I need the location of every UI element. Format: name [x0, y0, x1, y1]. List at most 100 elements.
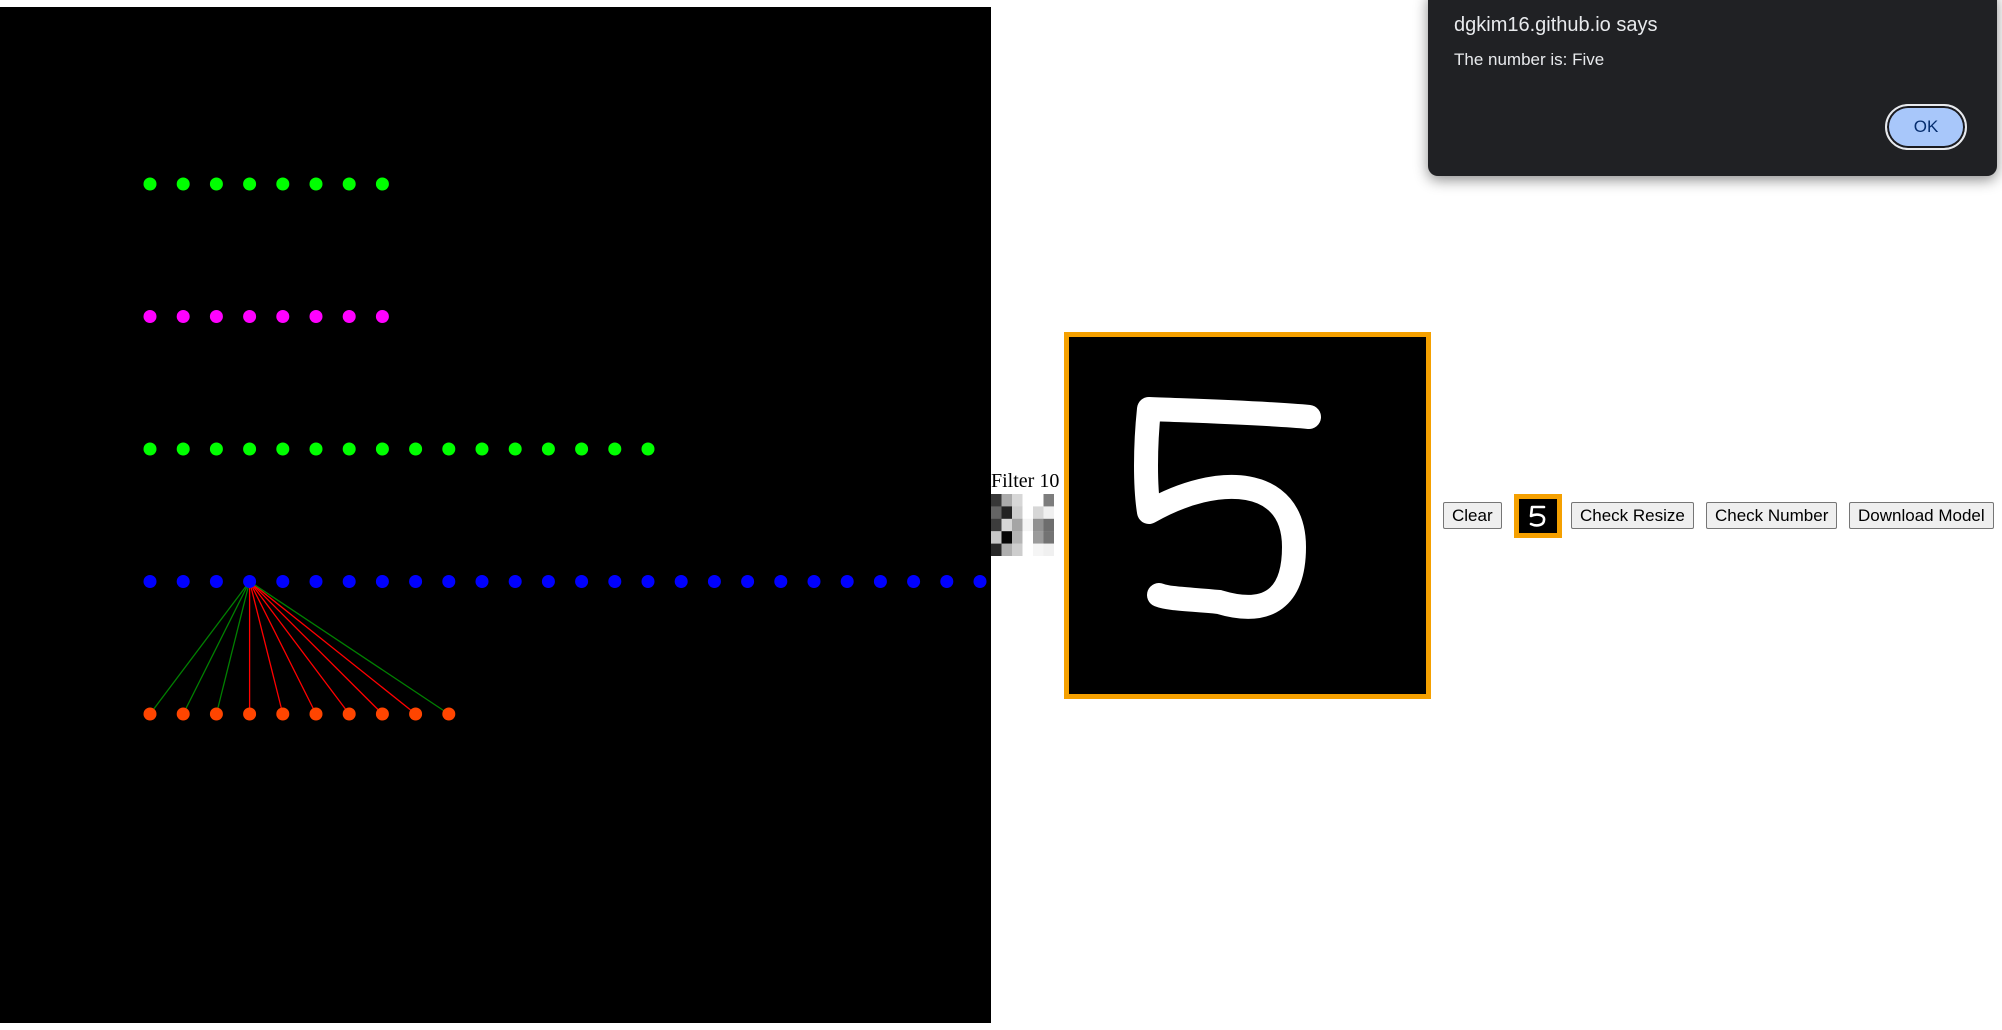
dialog-title: dgkim16.github.io says [1454, 14, 1658, 36]
check-number-button[interactable]: Check Number [1706, 502, 1838, 529]
filter-cell [1022, 506, 1034, 519]
filter-cell [1043, 518, 1054, 532]
layer-4-node [774, 575, 788, 588]
layer-4-node [907, 575, 921, 588]
filter-cell [1012, 518, 1023, 532]
layer-4-node [741, 575, 755, 588]
layer-2-node [176, 310, 190, 323]
connection-line [182, 581, 251, 715]
layer-3-node [541, 442, 555, 456]
filter-cell [1043, 543, 1054, 556]
layer-4-node [243, 575, 257, 588]
filter-cell [1012, 531, 1023, 544]
network-graph [143, 177, 987, 721]
output-node [409, 707, 423, 721]
filter-cell [991, 494, 1002, 507]
layer-3-node [475, 442, 489, 456]
drawn-digit-five [1134, 397, 1321, 619]
dialog-message: The number is: Five [1454, 50, 1605, 69]
filter-visualization [991, 494, 1054, 556]
layer-4-node [973, 575, 987, 588]
alert-dialog: dgkim16.github.io says The number is: Fi… [1428, 0, 1997, 176]
download-model-button[interactable]: Download Model [1849, 502, 1994, 529]
filter-cell [1022, 543, 1034, 556]
layer-2-node [276, 310, 290, 323]
output-node [209, 707, 223, 721]
layer-4-node [508, 575, 522, 588]
layer-3-node [143, 442, 157, 456]
filter-cell [991, 506, 1002, 519]
layer-2-node [375, 310, 389, 323]
layer-3-node [243, 442, 257, 456]
filter-cell [1001, 494, 1013, 507]
filter-cell [1001, 543, 1013, 556]
layer-4-node [409, 575, 423, 588]
filter-cell [1001, 506, 1013, 519]
layer-4-node [309, 575, 323, 588]
filter-cell [1001, 531, 1013, 544]
layer-2-node [143, 310, 157, 323]
filter-cell [1012, 543, 1023, 556]
layer-1-node [243, 177, 257, 191]
dialog-ok-button[interactable]: OK [1885, 104, 1967, 150]
output-node [309, 707, 323, 721]
layer-3-node [608, 442, 622, 456]
layer-4-node [873, 575, 887, 588]
filter-cell [1033, 543, 1044, 556]
layer-1-node [342, 177, 356, 191]
layer-3-node [641, 442, 655, 456]
layer-1-node [209, 177, 223, 191]
filter-cell [1022, 531, 1034, 544]
filter-label: Filter 10 [991, 470, 1060, 492]
output-node [143, 707, 157, 721]
filter-cell [1033, 518, 1044, 532]
filter-cell [1033, 494, 1044, 507]
output-node [342, 707, 356, 721]
connection-line [249, 580, 417, 715]
connection-line [249, 580, 450, 715]
drawing-canvas[interactable] [1064, 332, 1431, 699]
filter-cell [1012, 506, 1023, 519]
connection-line [249, 581, 317, 715]
filter-cell [1043, 531, 1054, 544]
filter-cell [1022, 518, 1034, 532]
layer-4-node [707, 575, 721, 588]
layer-4-node [176, 575, 190, 588]
layer-3-node [409, 442, 423, 456]
layer-2-node [342, 310, 356, 323]
filter-cell [991, 543, 1002, 556]
check-resize-button[interactable]: Check Resize [1571, 502, 1694, 529]
layer-4-node [608, 575, 622, 588]
layer-3-node [575, 442, 589, 456]
resized-preview [1514, 494, 1562, 538]
layer-3-node [442, 442, 456, 456]
filter-cell [991, 518, 1002, 532]
filter-cell [1043, 494, 1054, 507]
layer-3-node [309, 442, 323, 456]
filter-pixels [991, 494, 1054, 556]
layer-1-node [375, 177, 389, 191]
filter-cell [1022, 494, 1034, 507]
filter-cell [991, 531, 1002, 544]
layer-4-node [342, 575, 356, 588]
output-node [243, 707, 257, 721]
layer-4-node [840, 575, 854, 588]
layer-3-node [375, 442, 389, 456]
filter-cell [1033, 506, 1044, 519]
clear-button[interactable]: Clear [1443, 502, 1502, 529]
connection-line [249, 581, 350, 715]
output-node [176, 707, 190, 721]
layer-3-node [508, 442, 522, 456]
connection-line [149, 581, 251, 715]
network-visualization-canvas [0, 7, 991, 1023]
layer-4-node [375, 575, 389, 588]
output-node [276, 707, 290, 721]
layer-2-node [243, 310, 257, 323]
filter-cell [1033, 531, 1044, 544]
layer-4-node [674, 575, 688, 588]
layer-4-node [442, 575, 456, 588]
layer-4-node [641, 575, 655, 588]
layer-3-node [176, 442, 190, 456]
layer-2-node [209, 310, 223, 323]
layer-4-node [143, 575, 157, 588]
